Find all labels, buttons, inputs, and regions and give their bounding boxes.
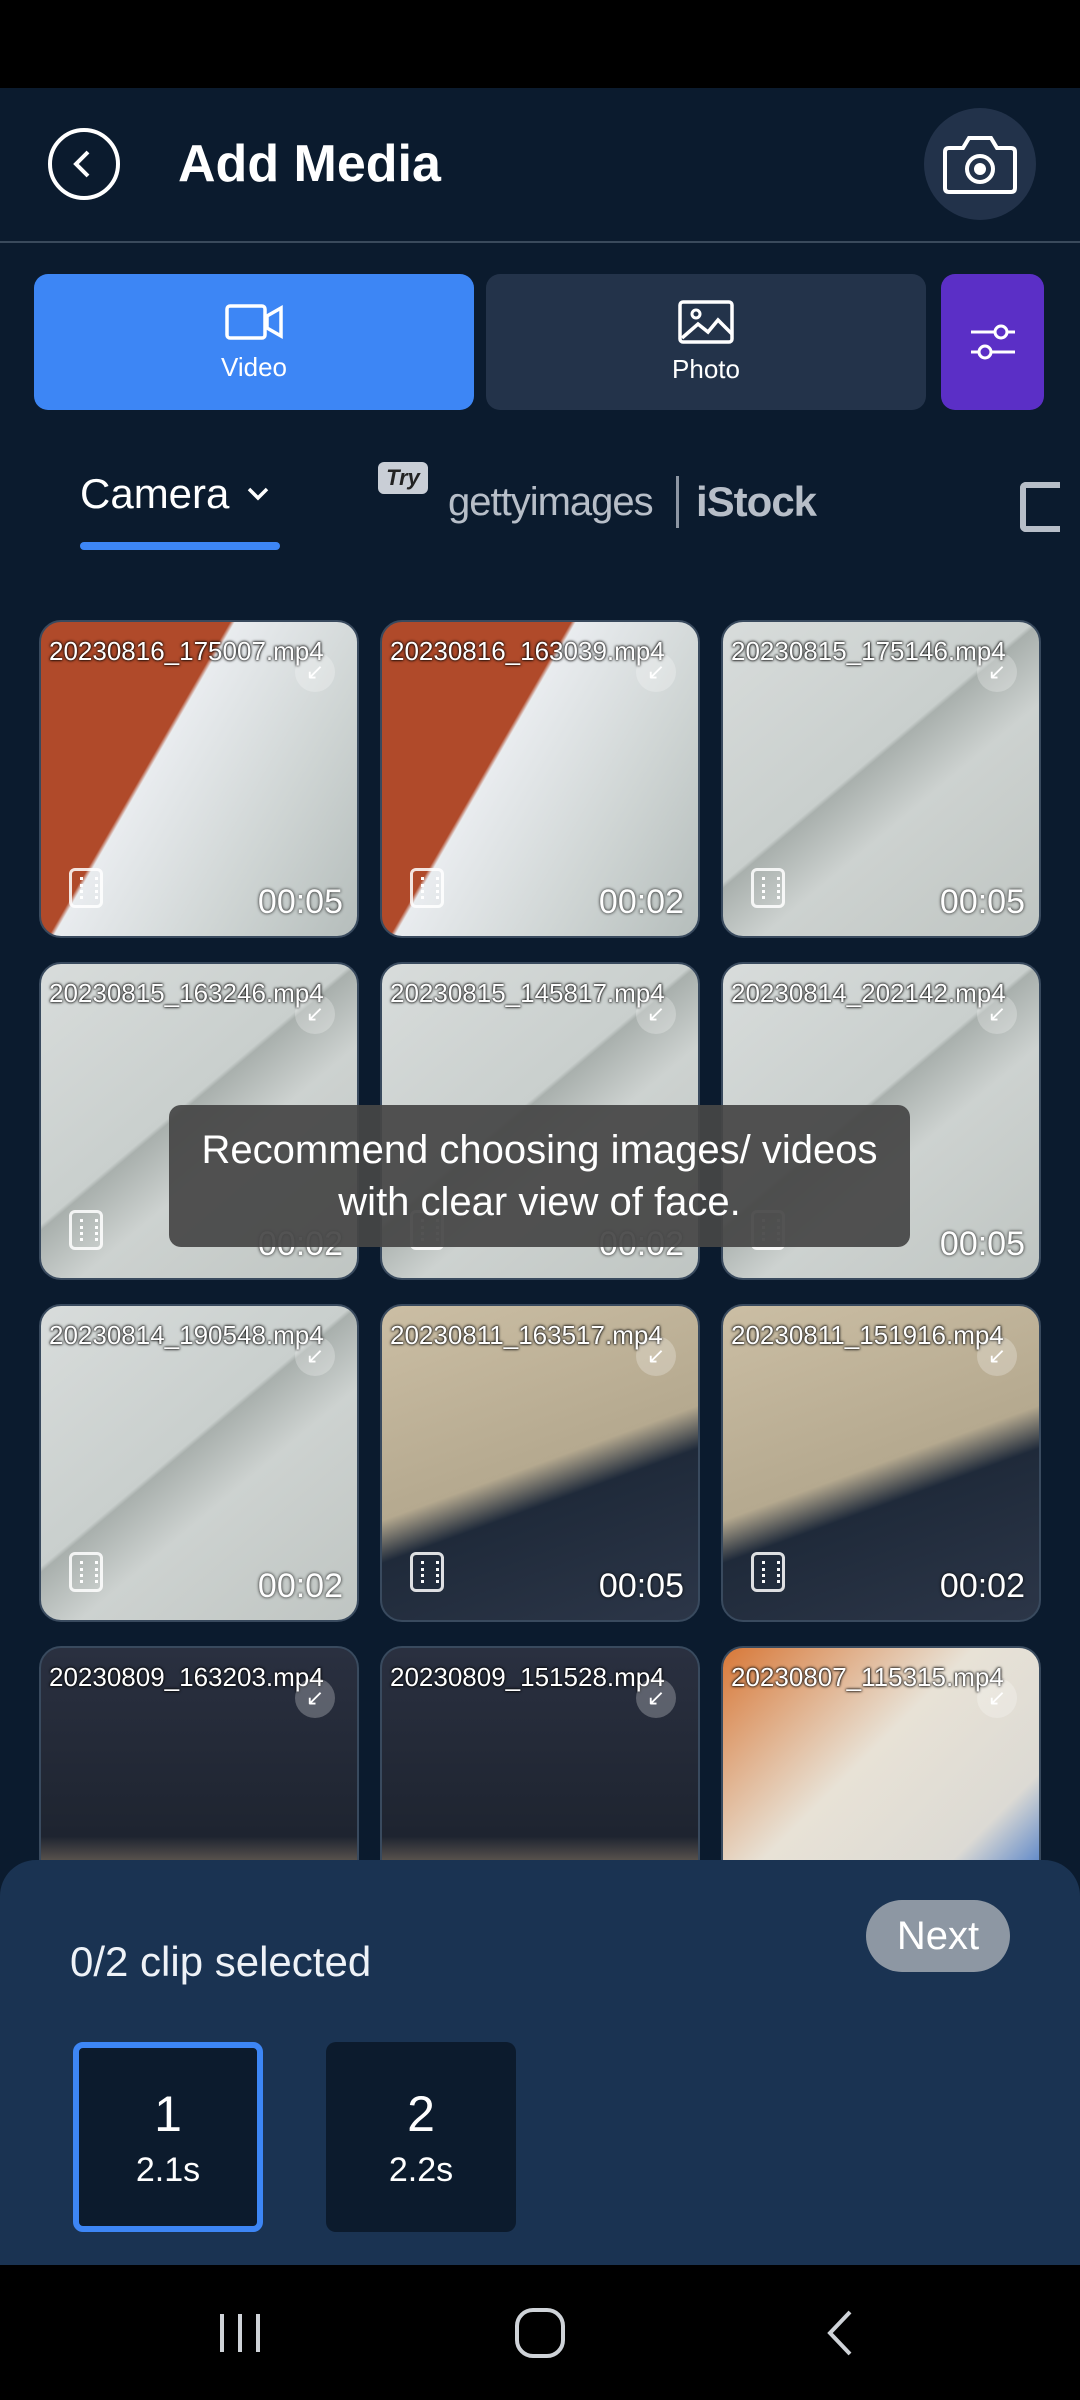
- expand-icon[interactable]: ↙: [977, 994, 1017, 1034]
- partial-source-icon[interactable]: [1020, 482, 1060, 532]
- chevron-left-icon: [73, 150, 90, 178]
- expand-icon[interactable]: ↙: [295, 652, 335, 692]
- navigation-bar: [0, 2265, 1080, 2400]
- camera-capture-button[interactable]: [924, 108, 1036, 220]
- expand-icon[interactable]: ↙: [295, 1336, 335, 1376]
- source-tab-indicator: [80, 542, 280, 550]
- expand-icon[interactable]: ↙: [295, 1678, 335, 1718]
- source-camera-label: Camera: [80, 470, 230, 517]
- expand-icon[interactable]: ↙: [636, 1336, 676, 1376]
- clip-slot-number: 1: [154, 2085, 182, 2142]
- expand-icon[interactable]: ↙: [636, 1678, 676, 1718]
- media-filename: 20230816_163039.mp4: [390, 636, 665, 666]
- media-duration: 00:05: [939, 883, 1025, 921]
- expand-icon[interactable]: ↙: [977, 1336, 1017, 1376]
- media-filename: 20230815_163246.mp4: [49, 978, 324, 1008]
- media-filename: 20230811_151916.mp4: [731, 1320, 1004, 1350]
- trim-icon[interactable]: [69, 1210, 103, 1250]
- page-title: Add Media: [178, 135, 441, 193]
- tab-video-label: Video: [220, 351, 288, 382]
- trim-icon[interactable]: [751, 1552, 785, 1592]
- media-tile[interactable]: 20230816_163039.mp4 ↙ 00:02: [380, 620, 700, 938]
- trim-icon[interactable]: [410, 1552, 444, 1592]
- media-tile[interactable]: 20230811_151916.mp4 ↙ 00:02: [721, 1304, 1041, 1622]
- media-tile[interactable]: 20230807_115315.mp4 ↙: [721, 1646, 1041, 1860]
- clip-slot[interactable]: 1 2.1s: [73, 2042, 263, 2232]
- media-duration: 00:05: [939, 1225, 1025, 1263]
- media-filename: 20230815_145817.mp4: [390, 978, 665, 1008]
- media-filename: 20230816_175007.mp4: [49, 636, 324, 666]
- home-button[interactable]: [480, 2265, 600, 2400]
- media-duration: 00:02: [257, 1567, 343, 1605]
- media-filename: 20230814_190548.mp4: [49, 1320, 324, 1350]
- media-filename: 20230811_163517.mp4: [390, 1320, 663, 1350]
- media-filename: 20230809_151528.mp4: [390, 1662, 665, 1692]
- tab-photo-label: Photo: [672, 353, 740, 384]
- media-filename: 20230815_175146.mp4: [731, 636, 1006, 666]
- camera-icon: [943, 136, 1017, 194]
- expand-icon[interactable]: ↙: [636, 652, 676, 692]
- trim-icon[interactable]: [69, 1552, 103, 1592]
- clip-slot[interactable]: 2 2.2s: [326, 2042, 516, 2232]
- trim-icon[interactable]: [69, 868, 103, 908]
- media-tile[interactable]: 20230809_151528.mp4 ↙: [380, 1646, 700, 1860]
- video-camera-icon: [225, 303, 283, 340]
- media-tile[interactable]: 20230816_175007.mp4 ↙ 00:05: [39, 620, 359, 938]
- recent-apps-button[interactable]: [180, 2265, 300, 2400]
- toast-message: Recommend choosing images/ videos with c…: [169, 1105, 910, 1247]
- source-tab-camera[interactable]: Camera: [80, 470, 273, 518]
- system-back-button[interactable]: [780, 2265, 900, 2400]
- selection-count: 0/2 clip selected: [70, 1938, 372, 1985]
- sliders-icon: [970, 324, 1015, 360]
- media-filename: 20230807_115315.mp4: [731, 1662, 1004, 1692]
- expand-icon[interactable]: ↙: [295, 994, 335, 1034]
- tab-photo[interactable]: Photo: [486, 274, 926, 410]
- source-tab-getty-images[interactable]: gettyimages: [448, 480, 654, 525]
- selection-panel: 0/2 clip selected Next 1 2.1s 2 2.2s: [0, 1860, 1080, 2265]
- media-tile[interactable]: 20230809_163203.mp4 ↙: [39, 1646, 359, 1860]
- clip-slot-number: 2: [407, 2085, 435, 2142]
- media-duration: 00:02: [598, 883, 684, 921]
- clip-slot-length: 2.1s: [135, 2150, 201, 2189]
- media-tile[interactable]: 20230814_190548.mp4 ↙ 00:02: [39, 1304, 359, 1622]
- header: Add Media: [0, 88, 1080, 243]
- expand-icon[interactable]: ↙: [977, 652, 1017, 692]
- media-duration: 00:05: [598, 1567, 684, 1605]
- next-button[interactable]: Next: [866, 1900, 1010, 1972]
- recent-apps-icon: [220, 2313, 260, 2352]
- trim-icon[interactable]: [751, 868, 785, 908]
- media-tile[interactable]: 20230811_163517.mp4 ↙ 00:05: [380, 1304, 700, 1622]
- expand-icon[interactable]: ↙: [636, 994, 676, 1034]
- media-duration: 00:05: [257, 883, 343, 921]
- home-icon: [515, 2307, 565, 2358]
- image-icon: [678, 299, 734, 344]
- clip-slot-length: 2.2s: [388, 2150, 454, 2189]
- expand-icon[interactable]: ↙: [977, 1678, 1017, 1718]
- source-divider: [676, 476, 679, 528]
- back-arrow-icon: [827, 2310, 852, 2355]
- source-tab-istock[interactable]: iStock: [696, 478, 817, 526]
- media-tile[interactable]: 20230815_175146.mp4 ↙ 00:05: [721, 620, 1041, 938]
- media-filename: 20230809_163203.mp4: [49, 1662, 324, 1692]
- media-filename: 20230814_202142.mp4: [731, 978, 1006, 1008]
- media-duration: 00:02: [939, 1567, 1025, 1605]
- filter-button[interactable]: [941, 274, 1044, 410]
- tab-video[interactable]: Video: [34, 274, 474, 410]
- chevron-down-icon: [248, 487, 269, 501]
- trim-icon[interactable]: [410, 868, 444, 908]
- status-bar: [0, 0, 1080, 88]
- try-badge: Try: [378, 462, 428, 494]
- back-button[interactable]: [48, 128, 120, 200]
